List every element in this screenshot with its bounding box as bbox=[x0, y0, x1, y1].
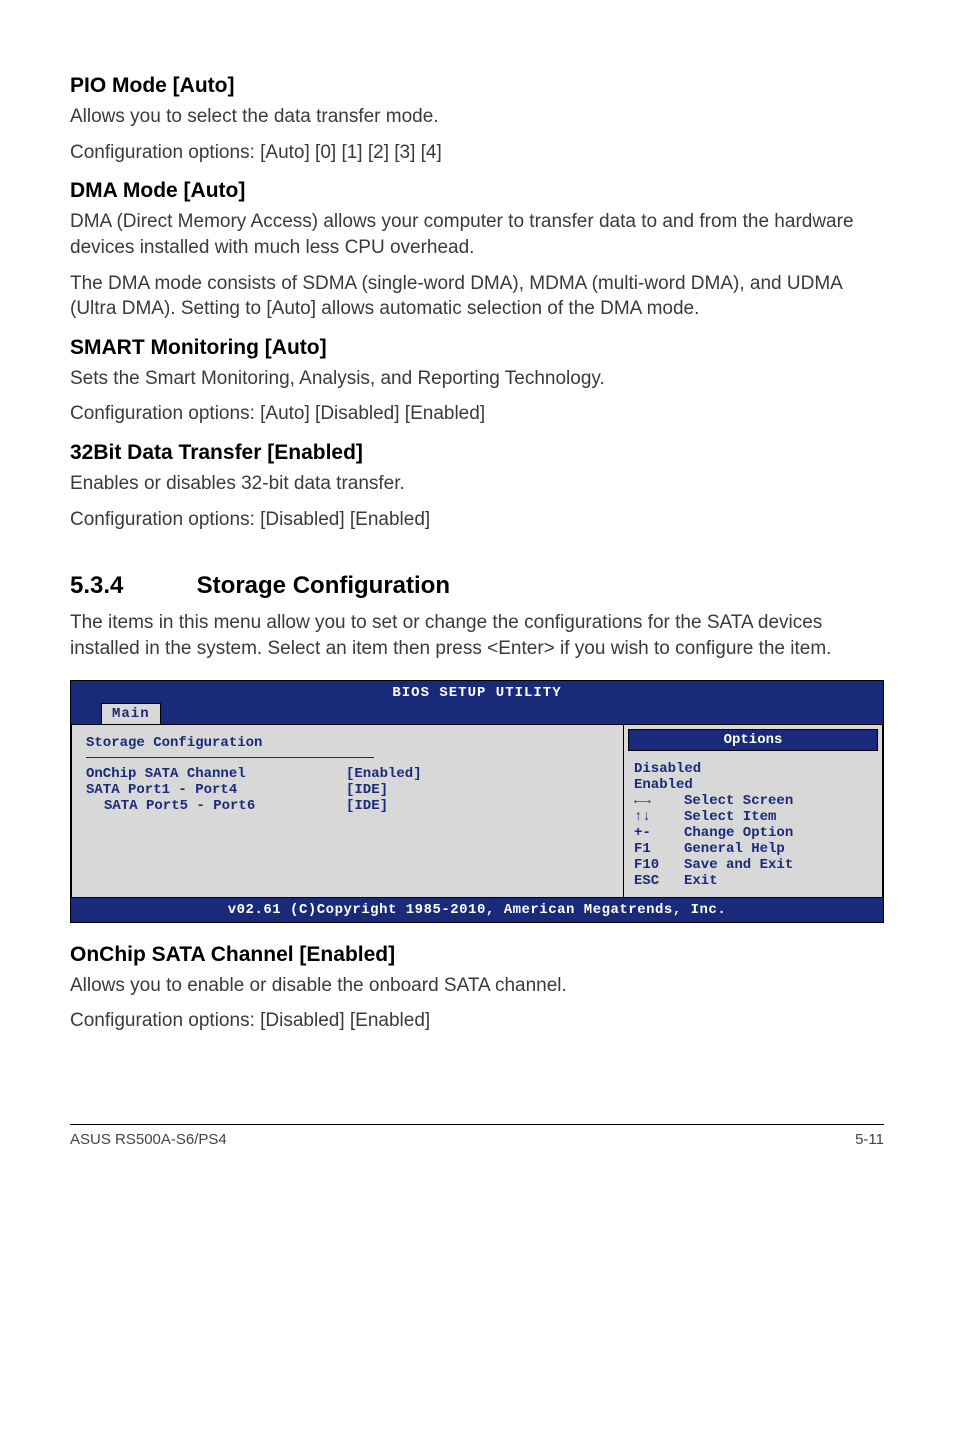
help-t1: Select Item bbox=[684, 809, 776, 825]
bios-row-1-label: SATA Port1 - Port4 bbox=[86, 782, 346, 798]
bios-row-0-value: [Enabled] bbox=[346, 766, 422, 782]
text-onchip-2: Configuration options: [Disabled] [Enabl… bbox=[70, 1008, 884, 1034]
help-t0: Select Screen bbox=[684, 793, 793, 809]
help-t4: Save and Exit bbox=[684, 857, 793, 873]
bios-screen: BIOS SETUP UTILITY Main Storage Configur… bbox=[70, 680, 884, 923]
text-pio-1: Allows you to select the data transfer m… bbox=[70, 104, 884, 130]
help-t3: General Help bbox=[684, 841, 785, 857]
bios-help: ←→Select Screen ↑↓Select Item +-Change O… bbox=[634, 793, 872, 889]
heading-pio: PIO Mode [Auto] bbox=[70, 74, 884, 98]
help-t5: Exit bbox=[684, 873, 718, 889]
section-number: 5.3.4 bbox=[70, 572, 190, 600]
text-pio-2: Configuration options: [Auto] [0] [1] [2… bbox=[70, 140, 884, 166]
text-dma-2: The DMA mode consists of SDMA (single-wo… bbox=[70, 271, 884, 322]
text-32bit-1: Enables or disables 32-bit data transfer… bbox=[70, 471, 884, 497]
page-footer: ASUS RS500A-S6/PS4 5-11 bbox=[70, 1124, 884, 1148]
bios-divider bbox=[86, 757, 374, 758]
bios-row-1[interactable]: SATA Port1 - Port4 [IDE] bbox=[86, 782, 609, 798]
help-t2: Change Option bbox=[684, 825, 793, 841]
text-onchip-1: Allows you to enable or disable the onbo… bbox=[70, 973, 884, 999]
help-k1: ↑↓ bbox=[634, 809, 684, 825]
bios-row-2[interactable]: SATA Port5 - Port6 [IDE] bbox=[86, 798, 609, 814]
bios-row-0[interactable]: OnChip SATA Channel [Enabled] bbox=[86, 766, 609, 782]
text-smart-2: Configuration options: [Auto] [Disabled]… bbox=[70, 401, 884, 427]
bios-row-2-label: SATA Port5 - Port6 bbox=[86, 798, 346, 814]
bios-row-1-value: [IDE] bbox=[346, 782, 388, 798]
help-k4: F10 bbox=[634, 857, 684, 873]
bios-left-pane: Storage Configuration OnChip SATA Channe… bbox=[71, 724, 623, 898]
text-smart-1: Sets the Smart Monitoring, Analysis, and… bbox=[70, 366, 884, 392]
bios-option-0[interactable]: Disabled bbox=[634, 761, 872, 777]
heading-32bit: 32Bit Data Transfer [Enabled] bbox=[70, 441, 884, 465]
heading-smart: SMART Monitoring [Auto] bbox=[70, 336, 884, 360]
bios-left-heading: Storage Configuration bbox=[86, 735, 609, 751]
footer-left: ASUS RS500A-S6/PS4 bbox=[70, 1131, 227, 1148]
bios-footer: v02.61 (C)Copyright 1985-2010, American … bbox=[71, 898, 883, 922]
text-32bit-2: Configuration options: [Disabled] [Enabl… bbox=[70, 507, 884, 533]
bios-title: BIOS SETUP UTILITY bbox=[77, 685, 877, 701]
bios-options-header: Options bbox=[628, 729, 878, 751]
section-title: Storage Configuration bbox=[197, 572, 450, 599]
help-k5: ESC bbox=[634, 873, 684, 889]
bios-right-pane: Options Disabled Enabled ←→Select Screen… bbox=[623, 724, 883, 898]
bios-row-2-value: [IDE] bbox=[346, 798, 388, 814]
help-k0: ←→ bbox=[634, 793, 684, 809]
text-storage-intro: The items in this menu allow you to set … bbox=[70, 610, 884, 661]
bios-option-1[interactable]: Enabled bbox=[634, 777, 872, 793]
bios-row-0-label: OnChip SATA Channel bbox=[86, 766, 346, 782]
text-dma-1: DMA (Direct Memory Access) allows your c… bbox=[70, 209, 884, 260]
heading-onchip: OnChip SATA Channel [Enabled] bbox=[70, 943, 884, 967]
heading-dma: DMA Mode [Auto] bbox=[70, 179, 884, 203]
footer-right: 5-11 bbox=[855, 1131, 884, 1148]
bios-header: BIOS SETUP UTILITY Main bbox=[71, 681, 883, 724]
help-k2: +- bbox=[634, 825, 684, 841]
section-heading: 5.3.4 Storage Configuration bbox=[70, 572, 884, 600]
help-k3: F1 bbox=[634, 841, 684, 857]
bios-tab-main[interactable]: Main bbox=[101, 703, 161, 724]
